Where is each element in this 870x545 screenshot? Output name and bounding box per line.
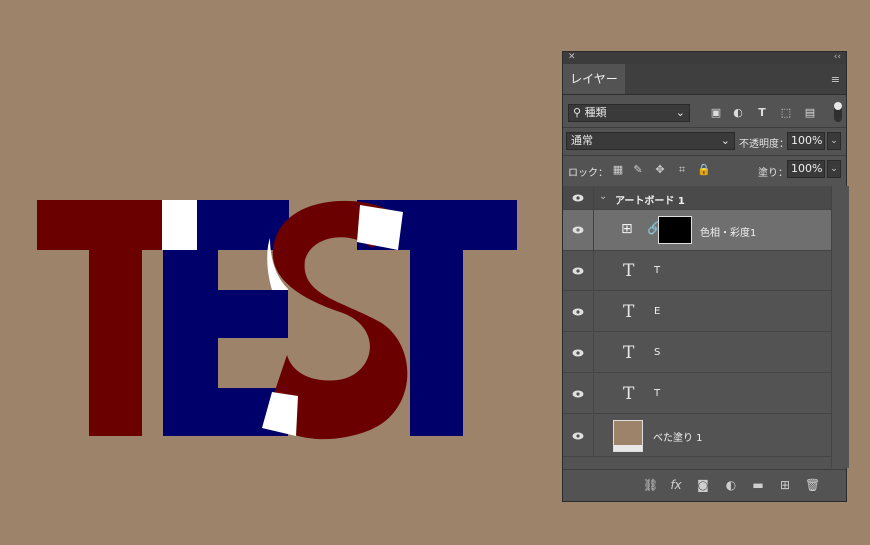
divider — [563, 155, 846, 156]
shape-filter-icon[interactable]: ⬚ — [779, 106, 793, 120]
opacity-dropdown-icon[interactable]: ⌄ — [827, 132, 841, 150]
chevron-down-icon[interactable]: ⌄ — [599, 191, 607, 202]
eye-icon — [572, 194, 584, 202]
fill-layer-thumbnail-bar — [614, 445, 642, 451]
layer-text-t[interactable]: T T — [563, 251, 831, 291]
eye-icon — [572, 432, 584, 440]
layers-list: ⌄ アートボード 1 ⊞ 🔗 色相・彩度1 T T T E T S T T べた… — [563, 186, 831, 458]
opacity-label: 不透明度： — [739, 139, 789, 150]
type-filter-icon[interactable]: T — [755, 106, 769, 120]
visibility-toggle[interactable] — [563, 186, 594, 209]
lock-paint-icon[interactable]: ✎ — [631, 163, 645, 177]
fill-label: 塗り： — [758, 168, 788, 179]
chevron-down-icon: ⌄ — [675, 106, 685, 119]
eye-icon — [572, 267, 584, 275]
layers-scrollbar[interactable] — [831, 186, 849, 468]
fill-field[interactable]: 100% — [787, 160, 825, 178]
eye-icon — [572, 390, 584, 398]
fill-layer-thumbnail[interactable] — [613, 420, 643, 452]
layer-name: S — [654, 347, 661, 358]
text-layer-icon: T — [623, 261, 635, 281]
layer-name: べた塗り 1 — [653, 433, 703, 444]
visibility-toggle[interactable] — [563, 251, 594, 290]
lock-transparency-icon[interactable]: ▦ — [611, 163, 625, 177]
panel-tabbar: レイヤー ≡ — [563, 64, 846, 95]
tab-layers[interactable]: レイヤー — [563, 64, 625, 94]
eye-icon — [572, 308, 584, 316]
lock-position-icon[interactable]: ✥ — [653, 163, 667, 177]
text-layer-icon: T — [623, 343, 635, 363]
filter-row: ⚲ 種類 ⌄ ▣ ◐ T ⬚ ▤ — [563, 95, 846, 127]
visibility-toggle[interactable] — [563, 415, 594, 456]
layer-artboard[interactable]: ⌄ アートボード 1 — [563, 186, 831, 210]
layer-text-s[interactable]: T S — [563, 333, 831, 373]
test-artwork — [37, 200, 517, 440]
lock-artboard-icon[interactable]: ⌗ — [675, 163, 689, 177]
visibility-toggle[interactable] — [563, 333, 594, 372]
lock-all-icon[interactable]: 🔒 — [697, 163, 711, 177]
layers-panel: ✕ ‹‹ レイヤー ≡ ⚲ 種類 ⌄ ▣ ◐ T ⬚ ▤ 通常 ⌄ 不透明度： … — [562, 51, 849, 502]
eye-icon — [572, 226, 584, 234]
opacity-field[interactable]: 100% — [787, 132, 825, 150]
layer-name: T — [654, 388, 661, 399]
adjustment-layer-icon: ⊞ — [621, 221, 633, 237]
eye-icon — [572, 349, 584, 357]
adjustment-filter-icon[interactable]: ◐ — [731, 106, 745, 120]
text-layer-icon: T — [623, 384, 635, 404]
text-layer-icon: T — [623, 302, 635, 322]
link-icon[interactable]: ⛓ — [643, 478, 658, 492]
smart-object-filter-icon[interactable]: ▤ — [803, 106, 817, 120]
blend-mode-label: 通常 — [571, 134, 593, 147]
layer-name: E — [654, 306, 661, 317]
new-layer-icon[interactable]: ⊞ — [778, 478, 792, 492]
visibility-toggle[interactable] — [563, 374, 594, 413]
visibility-toggle[interactable] — [563, 210, 594, 250]
divider — [563, 127, 846, 128]
collapse-panel-icon[interactable]: ‹‹ — [834, 52, 841, 62]
image-filter-icon[interactable]: ▣ — [709, 106, 723, 120]
layer-name: 色相・彩度1 — [700, 228, 757, 239]
layer-solid-fill[interactable]: べた塗り 1 — [563, 415, 831, 457]
canvas-artwork — [0, 0, 560, 541]
lock-row: ロック： ▦ ✎ ✥ ⌗ 🔒 塗り： 100% ⌄ — [563, 157, 846, 181]
panel-footer: ⛓ fx ◙ ◐ ▬ ⊞ 🗑 — [563, 469, 846, 500]
lock-label: ロック： — [568, 168, 608, 179]
blend-row: 通常 ⌄ 不透明度： 100% ⌄ — [563, 129, 846, 153]
fill-dropdown-icon[interactable]: ⌄ — [827, 160, 841, 178]
filter-kind-label: 種類 — [584, 106, 607, 119]
search-icon: ⚲ — [573, 106, 582, 119]
layer-name: T — [654, 265, 661, 276]
visibility-toggle[interactable] — [563, 292, 594, 331]
adjustment-icon[interactable]: ◐ — [724, 478, 738, 492]
panel-menu-icon[interactable]: ≡ — [831, 73, 840, 86]
layer-hue-saturation[interactable]: ⊞ 🔗 色相・彩度1 — [563, 210, 831, 251]
panel-titlebar: ✕ ‹‹ — [563, 52, 846, 64]
layer-text-t2[interactable]: T T — [563, 374, 831, 414]
filter-toggle[interactable] — [834, 102, 842, 122]
layer-name: アートボード 1 — [615, 196, 685, 207]
close-panel-icon[interactable]: ✕ — [568, 52, 576, 62]
mask-icon[interactable]: ◙ — [696, 478, 710, 492]
layer-mask-thumbnail[interactable] — [658, 216, 692, 244]
folder-icon[interactable]: ▬ — [751, 478, 765, 492]
trash-icon[interactable]: 🗑 — [805, 478, 820, 492]
filter-kind-select[interactable]: ⚲ 種類 ⌄ — [568, 104, 690, 122]
fx-icon[interactable]: fx — [669, 478, 683, 492]
blend-mode-select[interactable]: 通常 ⌄ — [566, 132, 735, 150]
chevron-down-icon: ⌄ — [720, 134, 730, 147]
layer-text-e[interactable]: T E — [563, 292, 831, 332]
